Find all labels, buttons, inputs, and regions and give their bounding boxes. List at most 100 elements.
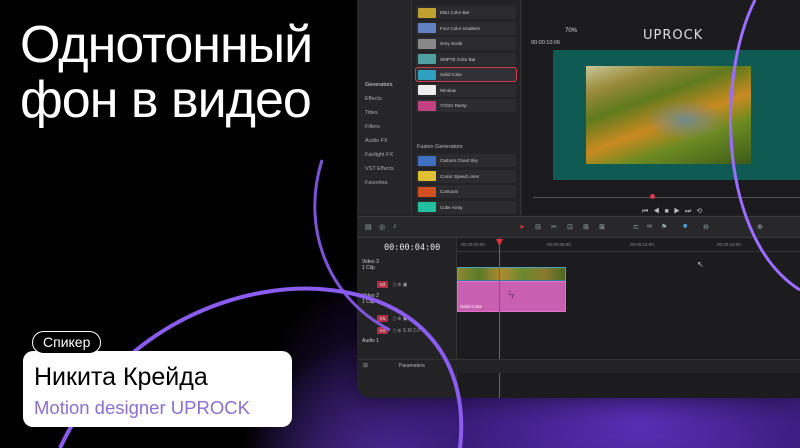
generator-label: EBU Color Bar	[440, 10, 470, 15]
speaker-role: Motion designer UPROCK	[34, 397, 250, 418]
library-item[interactable]: Generators	[357, 78, 411, 92]
library-item[interactable]: Effects	[357, 92, 411, 106]
track-headers: 00:00:04:00 Video 31 Clip V2 ▯ ⊕ ▣ Video…	[357, 238, 457, 398]
generator-label: Grey Scale	[440, 41, 463, 46]
generators-panel: EBU Color Bar Four Color Gradient Grey Sca…	[413, 0, 521, 215]
track-v2-controls[interactable]: ▯ ⊕ ▣	[393, 282, 407, 288]
flag-icon[interactable]: ⚑	[661, 223, 667, 231]
headline: Однотонный фон в видео	[20, 16, 313, 129]
playhead-line[interactable]	[499, 238, 500, 398]
solid-color-clip-name: Solid Color	[460, 304, 483, 309]
generator-thumbnail	[418, 171, 436, 181]
generator-label: Four Color Gradient	[440, 25, 480, 31]
scrubber-playhead[interactable]	[650, 194, 655, 199]
layout-icon[interactable]: ▤	[365, 223, 372, 231]
viewer-scrubber[interactable]	[533, 197, 800, 198]
snap-icon[interactable]: ⊂	[633, 223, 639, 231]
generator-thumbnail	[418, 7, 436, 18]
timeline-toolbar: ▤ ◎ ♪ ➤ ⊟ ✂ ⊡ ⊞ ⊠ ⊂ ∞ ⚑ ■ ⊖ ⊕	[357, 216, 800, 238]
generator-label: Solid Color	[440, 72, 463, 77]
generator-label: Comic Speed Lines	[440, 173, 480, 179]
headline-line-1: Однотонный	[20, 16, 313, 74]
ruler-tick: 00:00:12:00	[630, 242, 654, 247]
generator-thumbnail	[418, 100, 436, 111]
parameters-bar: ⊞ Parameters	[357, 359, 800, 373]
speaker-card: Никита Крейда Motion designer UPROCK	[23, 351, 292, 427]
generator-item[interactable]: Four Color Gradient	[416, 21, 516, 35]
generator-label: Cartoon Cloud Sky	[440, 158, 478, 163]
generator-thumbnail	[418, 38, 436, 49]
transport-controls[interactable]: ⏮◀■▶⏭⟲	[642, 207, 707, 216]
replace-icon[interactable]: ⊠	[599, 223, 605, 231]
generator-item[interactable]: Grey Scale	[416, 37, 516, 50]
sync-icon[interactable]: ◎	[379, 223, 385, 231]
zoom-level[interactable]: 70%	[565, 28, 577, 34]
ruler-tick: 00:00:08:00	[547, 242, 571, 247]
generator-label: Window	[440, 87, 457, 93]
marker-icon[interactable]: ■	[683, 223, 687, 230]
brand-watermark: UPROCK	[643, 28, 704, 43]
library-item[interactable]: Filters	[357, 120, 411, 134]
track-a1-controls[interactable]: ▯ ⊕ S M 2.0	[393, 328, 420, 334]
app-screenshot: Generators Effects Titles Filters Audio FX Fa…	[357, 0, 800, 398]
generator-item[interactable]: EBU Color Bar	[416, 6, 516, 19]
library-item[interactable]: Titles	[357, 106, 411, 120]
clip-thumbnails	[458, 268, 565, 280]
track-a1-button[interactable]: A1	[377, 327, 388, 334]
generator-item[interactable]: Contours	[416, 185, 516, 198]
trim-tool-icon[interactable]: ⊟	[535, 223, 541, 231]
generator-thumbnail	[418, 23, 436, 33]
generator-thumbnail	[418, 85, 436, 95]
ruler-tick: 00:00:16:00	[717, 242, 741, 247]
generator-label: SMPTE Color Bar	[440, 56, 476, 62]
overwrite-icon[interactable]: ⊞	[583, 223, 589, 231]
track-v1-button[interactable]: V1	[377, 315, 388, 322]
generator-thumbnail	[418, 54, 436, 64]
speaker-badge: Спикер	[32, 331, 102, 354]
viewer-timecode: 00:00:10:06	[531, 40, 561, 46]
mouse-cursor-icon: ↖	[697, 260, 704, 269]
generator-icon: ϟ	[508, 288, 515, 302]
generator-thumbnail	[418, 69, 436, 80]
generator-thumbnail	[418, 202, 436, 212]
generator-item[interactable]: Window	[416, 83, 516, 97]
parameters-icon[interactable]: ⊞	[363, 362, 368, 369]
insert-icon[interactable]: ⊡	[567, 223, 573, 231]
generator-label: Cube Array	[440, 204, 463, 210]
mic-icon[interactable]: ♪	[393, 223, 397, 230]
solid-color-clip[interactable]: ϟ Solid Color	[457, 281, 566, 312]
library-item[interactable]: VST Effects	[357, 162, 411, 176]
zoom-out-icon[interactable]: ⊖	[703, 223, 709, 231]
track-v2-button[interactable]: V2	[377, 281, 388, 288]
generator-thumbnail	[418, 155, 436, 166]
parameters-label[interactable]: Parameters	[399, 363, 425, 369]
ruler-tick: 00:00:00:00	[461, 242, 485, 247]
generator-item[interactable]: Cube Array	[416, 200, 516, 214]
timeline-area[interactable]: 00:00:00:00 00:00:08:00 00:00:12:00 00:0…	[457, 238, 800, 398]
generator-item[interactable]: Solid Color	[415, 67, 517, 82]
generator-label: YCbCr Ramp	[440, 103, 467, 108]
speaker-name: Никита Крейда	[34, 363, 208, 391]
headline-line-2: фон в видео	[20, 71, 312, 129]
fusion-generators-header: Fusion Generators	[417, 144, 463, 150]
generator-item[interactable]: Comic Speed Lines	[416, 169, 516, 183]
library-item[interactable]: Audio FX	[357, 134, 411, 148]
timeline-timecode: 00:00:04:00	[384, 243, 441, 253]
track-v1-controls[interactable]: ▯ ⊕ ▣	[393, 316, 407, 322]
viewer-canvas	[553, 50, 800, 180]
track-v2-name: Video 31 Clip	[362, 259, 379, 271]
library-item[interactable]: Favorites	[357, 176, 411, 190]
viewer-panel: 70% UPROCK 00:00:10:06	[523, 0, 800, 215]
generator-item[interactable]: SMPTE Color Bar	[416, 52, 516, 66]
zoom-in-icon[interactable]: ⊕	[757, 223, 763, 231]
timeline-ruler[interactable]: 00:00:00:00 00:00:08:00 00:00:12:00 00:0…	[457, 238, 800, 252]
generator-item[interactable]: Cartoon Cloud Sky	[416, 154, 516, 167]
select-tool-icon[interactable]: ➤	[519, 223, 525, 231]
effects-library-panel: Generators Effects Titles Filters Audio FX Fa…	[357, 0, 412, 215]
generator-item[interactable]: YCbCr Ramp	[416, 99, 516, 112]
track-a1-name: Audio 1	[362, 338, 379, 344]
track-v1-name: Video 21 Clip	[362, 293, 379, 305]
blade-tool-icon[interactable]: ✂	[551, 223, 557, 231]
library-item[interactable]: Fairlight FX	[357, 148, 411, 162]
link-icon[interactable]: ∞	[647, 223, 652, 230]
